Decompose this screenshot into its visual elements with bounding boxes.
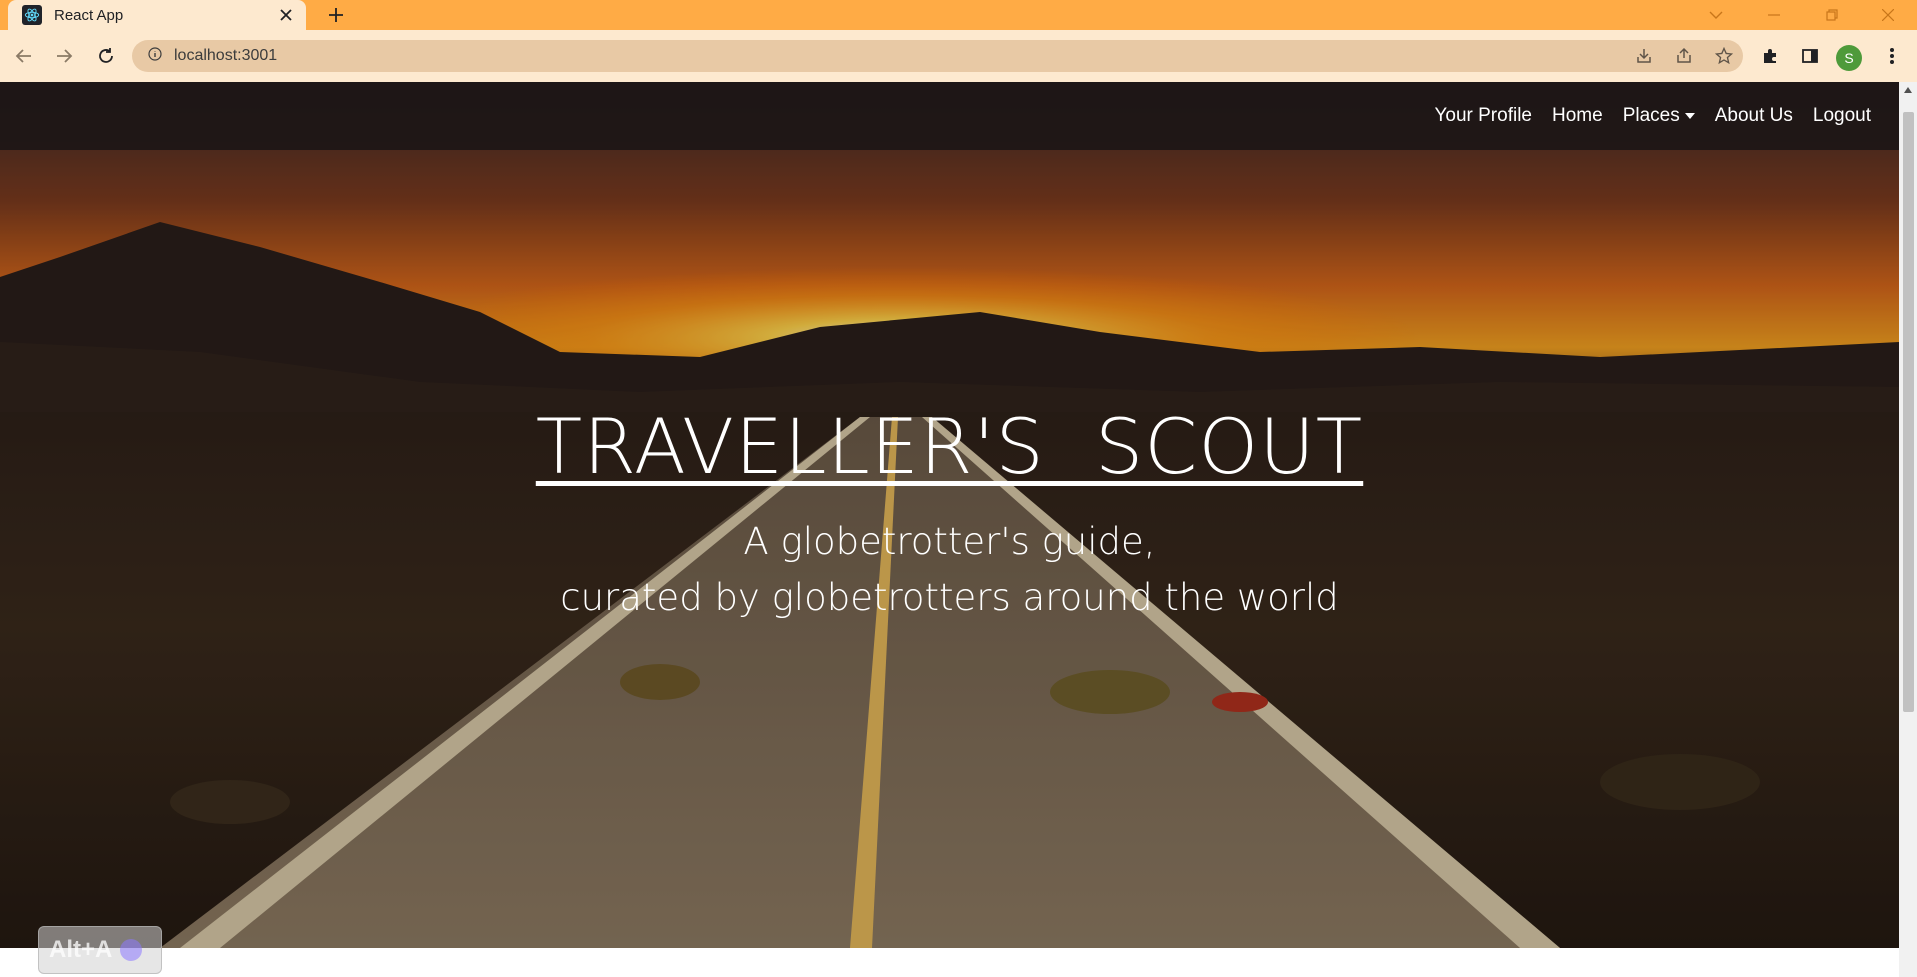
address-bar[interactable]: localhost:3001 bbox=[132, 40, 1743, 72]
restore-icon[interactable] bbox=[1810, 0, 1854, 30]
nav-logout[interactable]: Logout bbox=[1813, 105, 1871, 127]
nav-home[interactable]: Home bbox=[1552, 105, 1603, 127]
shortcut-badge[interactable]: Alt+A bbox=[38, 926, 162, 974]
page-viewport: Your Profile Home Places About Us Logout… bbox=[0, 82, 1899, 977]
shortcut-badge-text: Alt+A bbox=[49, 936, 113, 963]
nav-about-us[interactable]: About Us bbox=[1715, 105, 1793, 127]
close-icon[interactable] bbox=[276, 5, 296, 25]
scroll-up-arrow-icon[interactable] bbox=[1899, 82, 1917, 98]
hero-section: Your Profile Home Places About Us Logout… bbox=[0, 82, 1899, 948]
tab-title: React App bbox=[54, 6, 124, 24]
plus-icon[interactable] bbox=[322, 3, 350, 27]
vertical-scrollbar[interactable] bbox=[1899, 82, 1917, 977]
minimize-icon[interactable] bbox=[1752, 0, 1796, 30]
react-icon bbox=[22, 5, 42, 25]
hero-title: TRAVELLER'S SCOUT bbox=[535, 402, 1364, 491]
window-close-icon[interactable] bbox=[1866, 0, 1910, 30]
puzzle-icon[interactable] bbox=[1756, 42, 1784, 70]
forward-icon[interactable] bbox=[50, 42, 78, 70]
hero-title-container: TRAVELLER'S SCOUT bbox=[0, 402, 1899, 491]
scrollbar-thumb[interactable] bbox=[1903, 112, 1914, 712]
share-icon[interactable] bbox=[1672, 44, 1696, 68]
tab-search-icon[interactable] bbox=[1694, 0, 1738, 30]
assistant-icon bbox=[120, 939, 143, 961]
avatar[interactable]: S bbox=[1836, 45, 1862, 71]
hero-subtitle-line1: A globetrotter's guide, bbox=[743, 520, 1156, 563]
tab-strip: React App bbox=[0, 0, 1917, 30]
sidepanel-icon[interactable] bbox=[1796, 42, 1824, 70]
nav-places-dropdown[interactable]: Places bbox=[1623, 105, 1695, 127]
reload-icon[interactable] bbox=[92, 42, 120, 70]
url-text: localhost:3001 bbox=[174, 47, 278, 64]
browser-toolbar: localhost:3001 S bbox=[0, 30, 1917, 82]
info-icon[interactable] bbox=[148, 46, 162, 66]
caret-down-icon bbox=[1684, 112, 1695, 119]
kebab-menu-icon[interactable] bbox=[1878, 42, 1906, 70]
back-icon[interactable] bbox=[10, 42, 38, 70]
hero-subtitle-line2: curated by globetrotters around the worl… bbox=[560, 576, 1339, 619]
nav-your-profile[interactable]: Your Profile bbox=[1434, 105, 1532, 127]
hero-background-image bbox=[0, 82, 1899, 948]
star-icon[interactable] bbox=[1712, 44, 1736, 68]
top-navbar: Your Profile Home Places About Us Logout bbox=[0, 82, 1899, 150]
install-icon[interactable] bbox=[1632, 44, 1656, 68]
browser-window: React App localhost:3001 S Your Profile … bbox=[0, 0, 1917, 977]
nav-places-label: Places bbox=[1622, 105, 1680, 126]
browser-tab[interactable]: React App bbox=[8, 0, 306, 30]
